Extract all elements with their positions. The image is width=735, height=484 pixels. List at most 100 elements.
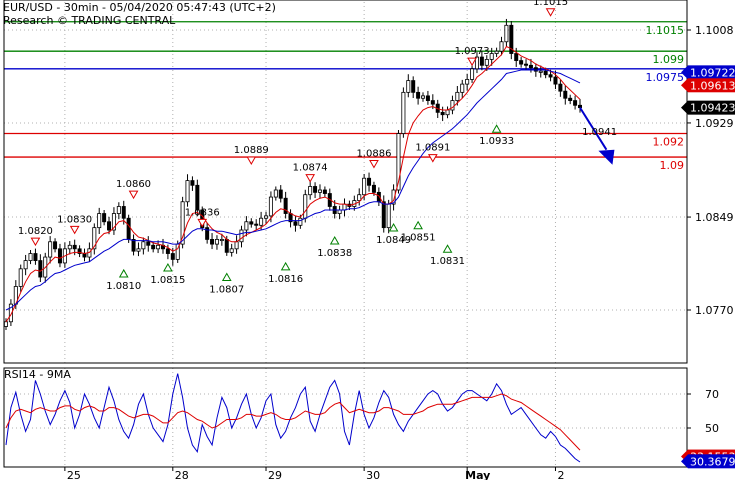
candle xyxy=(322,189,327,194)
candle xyxy=(519,60,524,65)
candle xyxy=(514,53,519,61)
candle xyxy=(553,76,558,85)
pivot-label: 1.0851 xyxy=(401,233,436,244)
pivot-label: 1.0820 xyxy=(18,226,53,237)
time-axis-label: 25 xyxy=(67,469,81,480)
down-marker xyxy=(69,225,80,235)
candle xyxy=(470,68,475,80)
candle xyxy=(185,180,190,203)
candle xyxy=(313,186,318,193)
candle xyxy=(38,260,43,278)
up-marker xyxy=(221,272,232,281)
candle xyxy=(499,41,504,52)
candle xyxy=(195,184,200,211)
candle xyxy=(234,241,239,250)
candle xyxy=(82,253,87,258)
candle xyxy=(371,184,376,193)
candle xyxy=(126,217,131,240)
candle xyxy=(401,91,406,134)
candle xyxy=(573,100,578,106)
rsi-axis-label: 70 xyxy=(705,388,719,401)
up-marker xyxy=(413,220,423,230)
candle xyxy=(264,215,269,219)
value-badge-label: 1.09613 xyxy=(690,79,735,92)
candle xyxy=(254,223,259,226)
candle xyxy=(53,241,58,250)
down-marker xyxy=(30,237,41,247)
value-badge-pointer xyxy=(681,100,688,115)
candle xyxy=(568,97,573,101)
candle xyxy=(367,177,372,186)
time-axis-label: 28 xyxy=(175,469,189,480)
candle xyxy=(141,241,146,250)
candle xyxy=(538,70,543,73)
candle xyxy=(244,221,249,231)
level-label: 1.092 xyxy=(653,136,685,149)
pivot-label: 1.0807 xyxy=(209,284,244,295)
candle xyxy=(48,241,53,258)
pivot-label: 1.0816 xyxy=(268,274,303,285)
level-label: 1.09 xyxy=(660,159,685,172)
candle xyxy=(278,189,283,199)
pivot-label: 1.1015 xyxy=(533,0,568,8)
down-marker xyxy=(369,160,379,169)
pivot-label: 1.0831 xyxy=(430,256,465,267)
pivot-label: 1.0933 xyxy=(479,136,514,147)
up-marker xyxy=(329,235,340,245)
candle xyxy=(28,253,33,261)
candle xyxy=(219,239,224,242)
candle xyxy=(416,91,421,99)
candle xyxy=(303,194,308,219)
candle xyxy=(102,213,107,223)
chart-title: EUR/USD - 30min - 05/04/2020 05:47:43 (U… xyxy=(3,1,276,14)
candle xyxy=(293,221,298,226)
down-marker xyxy=(197,218,208,228)
candle xyxy=(273,189,278,198)
pivot-label: 1.0810 xyxy=(106,281,141,292)
up-marker xyxy=(491,124,502,133)
candle xyxy=(121,206,126,219)
time-axis-label: May xyxy=(465,469,490,480)
rsi-panel-frame xyxy=(3,367,688,468)
candle xyxy=(259,217,264,226)
down-marker xyxy=(545,8,556,17)
candle xyxy=(465,79,470,85)
pivot-label: 1.0830 xyxy=(57,214,92,225)
candle xyxy=(308,186,313,196)
up-marker xyxy=(118,268,129,278)
candle xyxy=(156,244,161,250)
candle xyxy=(131,239,136,252)
pivot-label: 1.0886 xyxy=(356,149,391,160)
chart-subtitle: Research © TRADING CENTRAL xyxy=(3,14,176,27)
candle xyxy=(533,67,538,72)
pivot-label: 1.0889 xyxy=(234,145,269,156)
candle xyxy=(170,253,175,260)
pivot-label: 1.0836 xyxy=(185,207,220,218)
candle xyxy=(411,80,416,93)
down-marker xyxy=(467,57,477,67)
candle xyxy=(548,74,553,78)
chart-canvas: 1.10151.0991.09751.0921.09 1.08201.08301… xyxy=(3,0,735,482)
pivot-label: 1.0815 xyxy=(150,275,185,286)
time-axis: 25 28 29 30 May 2 xyxy=(64,467,564,482)
down-marker xyxy=(128,190,139,200)
price-axis-label: 1.1008 xyxy=(695,24,734,37)
candle xyxy=(524,63,529,66)
candle xyxy=(57,248,62,264)
pivot-label: 1.0860 xyxy=(116,179,151,190)
time-axis-label: 2 xyxy=(557,469,564,480)
candle xyxy=(151,244,156,250)
price-panel-frame xyxy=(3,0,688,364)
rsi-ma-line xyxy=(5,393,581,451)
candle xyxy=(460,83,465,93)
candle xyxy=(116,206,121,214)
candle xyxy=(249,221,254,225)
pivot-label: 1.0874 xyxy=(293,163,328,174)
up-marker xyxy=(163,263,173,272)
level-label: 1.0975 xyxy=(646,71,685,84)
candle xyxy=(489,53,494,60)
pivot-label: 1.0838 xyxy=(317,248,352,259)
candle xyxy=(165,248,170,254)
candle xyxy=(440,111,445,116)
down-marker xyxy=(305,174,316,183)
